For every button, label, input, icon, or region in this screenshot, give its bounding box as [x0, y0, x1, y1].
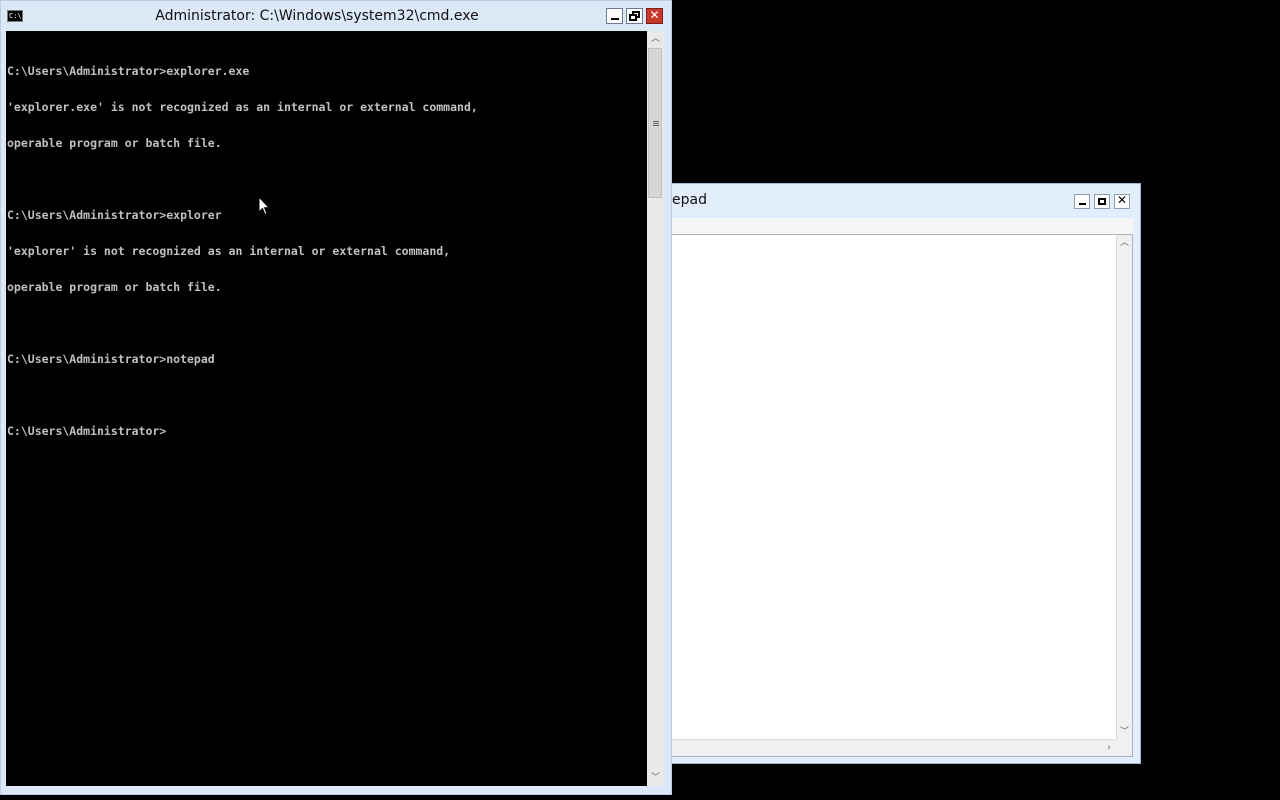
notepad-window-controls: ✕	[1074, 193, 1130, 209]
notepad-window[interactable]: epad ✕ ︿ ﹀ ›	[672, 183, 1141, 764]
console-prompt-line[interactable]: C:\Users\Administrator>	[7, 425, 647, 437]
cmd-window-title: Administrator: C:\Windows\system32\cmd.e…	[155, 8, 479, 24]
size-grip[interactable]	[1115, 739, 1132, 756]
console-line: C:\Users\Administrator>explorer	[7, 208, 222, 222]
cmd-title-bar[interactable]: C:\. Administrator: C:\Windows\system32\…	[1, 1, 671, 31]
grip-line	[653, 123, 659, 124]
scroll-down-arrow-icon[interactable]: ﹀	[651, 773, 660, 783]
maximize-icon	[1098, 198, 1106, 205]
cmd-vertical-scrollbar[interactable]: ︿ ﹀	[647, 31, 664, 786]
scroll-up-arrow-icon[interactable]: ︿	[1120, 238, 1129, 248]
cmd-minimize-button[interactable]	[606, 8, 623, 24]
notepad-menu-bar[interactable]	[672, 218, 1134, 234]
notepad-minimize-button[interactable]	[1074, 194, 1090, 209]
console-line: operable program or batch file.	[7, 136, 222, 150]
minimize-icon	[1079, 203, 1086, 205]
scroll-right-arrow-icon[interactable]: ›	[1107, 743, 1111, 753]
cmd-window[interactable]: C:\. Administrator: C:\Windows\system32\…	[0, 0, 672, 795]
console-output: C:\Users\Administrator>explorer.exe 'exp…	[6, 31, 647, 461]
notepad-horizontal-scrollbar[interactable]: ›	[672, 739, 1115, 756]
console-line: 'explorer.exe' is not recognized as an i…	[7, 100, 478, 114]
console-line: C:\Users\Administrator>explorer.exe	[7, 64, 250, 78]
notepad-maximize-button[interactable]	[1094, 194, 1110, 209]
scrollbar-thumb[interactable]	[648, 48, 662, 198]
notepad-vertical-scrollbar[interactable]: ︿ ﹀	[1116, 235, 1132, 740]
minimize-icon	[611, 18, 619, 20]
grip-line	[653, 121, 659, 122]
notepad-text-area[interactable]: ︿ ﹀ ›	[672, 234, 1133, 757]
close-icon: ✕	[1116, 193, 1128, 207]
console-line: operable program or batch file.	[7, 280, 222, 294]
console-line: C:\Users\Administrator>notepad	[7, 352, 215, 366]
scroll-up-arrow-icon[interactable]: ︿	[651, 34, 660, 44]
cmd-restore-button[interactable]	[626, 8, 643, 24]
cmd-window-controls: ✕	[606, 8, 663, 24]
console-line: 'explorer' is not recognized as an inter…	[7, 244, 451, 258]
notepad-title: epad	[672, 192, 707, 208]
cmd-close-button[interactable]: ✕	[646, 8, 663, 24]
close-icon: ✕	[649, 8, 660, 22]
cmd-console-area[interactable]: C:\Users\Administrator>explorer.exe 'exp…	[6, 31, 647, 786]
restore-icon-front	[629, 14, 637, 21]
grip-line	[653, 125, 659, 126]
notepad-close-button[interactable]: ✕	[1114, 193, 1130, 209]
scroll-down-arrow-icon[interactable]: ﹀	[1120, 727, 1129, 737]
mouse-pointer-icon	[258, 196, 270, 216]
